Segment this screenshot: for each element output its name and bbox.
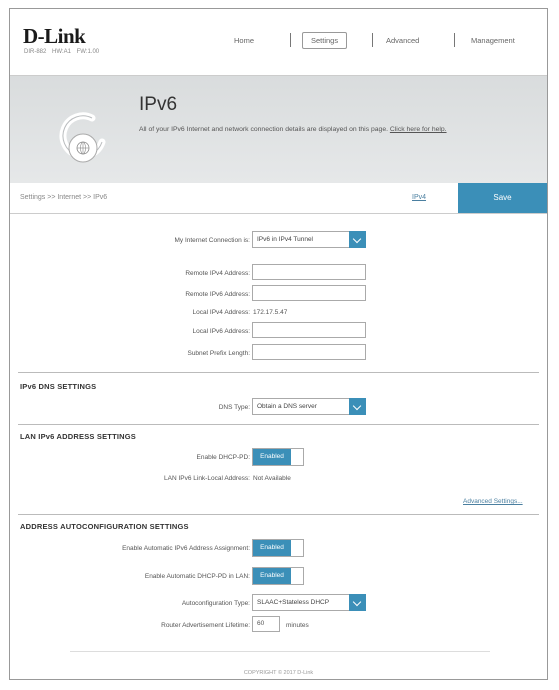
subnet-prefix-label: Subnet Prefix Length: — [187, 350, 250, 357]
subnet-prefix-input[interactable] — [252, 344, 366, 360]
page-description: All of your IPv6 Internet and network co… — [139, 126, 447, 133]
autoconfig-section-heading: ADDRESS AUTOCONFIGURATION SETTINGS — [20, 522, 189, 531]
breadcrumb-bar: Settings >> Internet >> IPv6 IPv4 Save — [10, 183, 547, 214]
lan-section-heading: LAN IPv6 ADDRESS SETTINGS — [20, 432, 136, 441]
dns-type-select[interactable]: Obtain a DNS server — [252, 398, 366, 415]
toggle-state: Enabled — [253, 449, 291, 465]
nav-management[interactable]: Management — [471, 36, 515, 45]
auto-dhcp-pd-label: Enable Automatic DHCP-PD in LAN: — [144, 573, 250, 580]
remote-ipv6-label: Remote IPv6 Address: — [185, 291, 250, 298]
router-admin-page: D-Link DIR-882 HW:A1 FW:1.00 Home Settin… — [9, 8, 548, 680]
footer-divider — [70, 651, 490, 652]
nav-advanced[interactable]: Advanced — [386, 36, 419, 45]
dns-section-heading: IPv6 DNS SETTINGS — [20, 382, 97, 391]
autoconfig-type-label: Autoconfiguration Type: — [181, 600, 250, 607]
chevron-down-icon[interactable] — [349, 594, 366, 611]
section-divider — [18, 514, 539, 515]
dhcp-pd-label: Enable DHCP-PD: — [196, 454, 250, 461]
autoconfig-type-value: SLAAC+Stateless DHCP — [257, 599, 330, 606]
breadcrumb: Settings >> Internet >> IPv6 — [20, 194, 108, 201]
link-local-label: LAN IPv6 Link-Local Address: — [164, 475, 250, 482]
toggle-state: Enabled — [253, 540, 291, 556]
dlink-logo[interactable]: D-Link — [23, 24, 86, 49]
page-banner: IPv6 All of your IPv6 Internet and netwo… — [10, 75, 547, 184]
nav-home[interactable]: Home — [234, 36, 254, 45]
autoconfig-type-select[interactable]: SLAAC+Stateless DHCP — [252, 594, 366, 611]
device-info: DIR-882 HW:A1 FW:1.00 — [24, 49, 100, 55]
dns-type-value: Obtain a DNS server — [257, 403, 317, 410]
remote-ipv4-label: Remote IPv4 Address: — [185, 270, 250, 277]
dhcp-pd-toggle[interactable]: Enabled — [252, 448, 304, 466]
section-divider — [18, 424, 539, 425]
auto-assign-label: Enable Automatic IPv6 Address Assignment… — [122, 545, 250, 552]
page-title: IPv6 — [139, 94, 178, 115]
link-local-value: Not Available — [253, 475, 291, 482]
help-link[interactable]: Click here for help. — [390, 126, 447, 133]
section-divider — [18, 372, 539, 373]
nav-divider — [454, 33, 455, 47]
nav-divider — [290, 33, 291, 47]
auto-assign-toggle[interactable]: Enabled — [252, 539, 304, 557]
local-ipv4-value: 172.17.5.47 — [253, 309, 288, 316]
remote-ipv4-input[interactable] — [252, 264, 366, 280]
save-button[interactable]: Save — [458, 183, 547, 213]
nav-divider — [372, 33, 373, 47]
ra-lifetime-label: Router Advertisement Lifetime: — [161, 622, 250, 629]
top-header: D-Link DIR-882 HW:A1 FW:1.00 Home Settin… — [10, 9, 547, 75]
local-ipv6-label: Local IPv6 Address: — [192, 328, 250, 335]
connection-type-select[interactable]: IPv6 in IPv4 Tunnel — [252, 231, 366, 248]
nav-settings[interactable]: Settings — [302, 32, 348, 49]
advanced-settings-link[interactable]: Advanced Settings... — [463, 498, 523, 505]
copyright-text: COPYRIGHT © 2017 D-Link — [243, 670, 314, 676]
ipv4-link[interactable]: IPv4 — [412, 194, 426, 201]
dns-type-label: DNS Type: — [218, 404, 250, 411]
auto-dhcp-pd-toggle[interactable]: Enabled — [252, 567, 304, 585]
connection-type-label: My Internet Connection is: — [174, 237, 250, 244]
description-text: All of your IPv6 Internet and network co… — [139, 126, 388, 133]
remote-ipv6-input[interactable] — [252, 285, 366, 301]
chevron-down-icon[interactable] — [349, 398, 366, 415]
ra-lifetime-unit: minutes — [286, 622, 309, 629]
chevron-down-icon[interactable] — [349, 231, 366, 248]
local-ipv6-input[interactable] — [252, 322, 366, 338]
ipv6-globe-icon — [59, 112, 106, 163]
ra-lifetime-input[interactable]: 60 — [252, 616, 280, 632]
toggle-state: Enabled — [253, 568, 291, 584]
local-ipv4-label: Local IPv4 Address: — [192, 309, 250, 316]
connection-type-value: IPv6 in IPv4 Tunnel — [257, 236, 314, 243]
